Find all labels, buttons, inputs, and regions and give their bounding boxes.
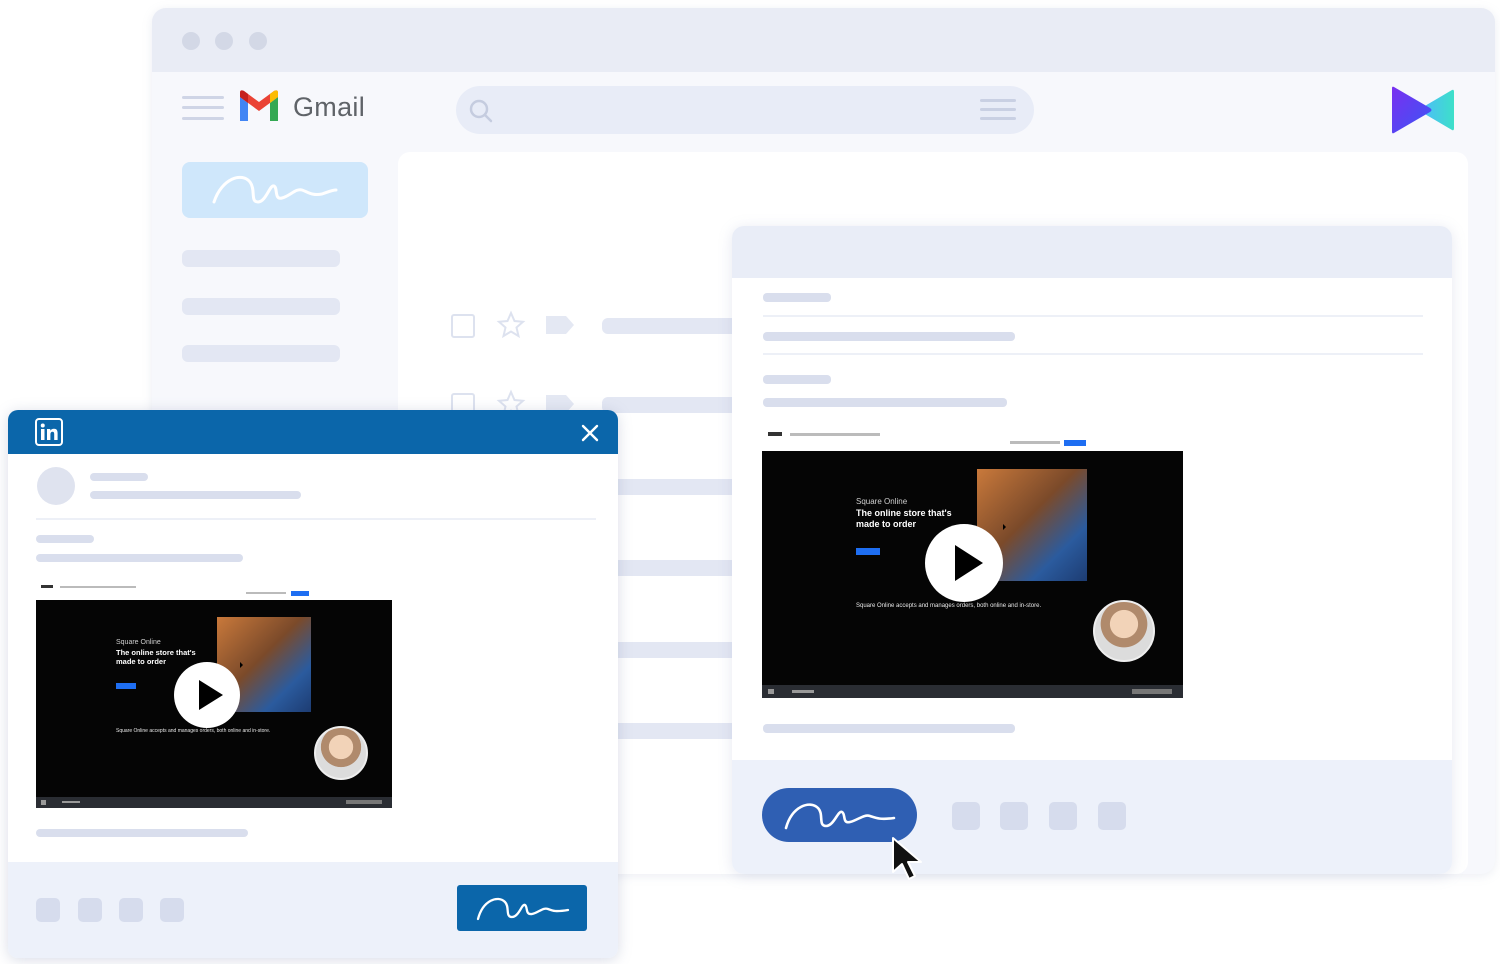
signature-icon	[784, 803, 896, 830]
search-bar[interactable]	[456, 86, 1034, 134]
subject-label	[763, 375, 831, 384]
checkbox-icon[interactable]	[451, 314, 475, 338]
author-headline	[90, 491, 301, 499]
sidebar-item[interactable]	[182, 345, 340, 362]
author-name	[90, 473, 148, 481]
linkedin-footer	[8, 862, 618, 958]
star-icon[interactable]	[496, 310, 526, 340]
video-thumbnail[interactable]: Square Online The online store that's ma…	[762, 426, 1183, 698]
video-site-navbar	[762, 426, 1183, 451]
post-text-line	[36, 829, 248, 837]
hamburger-icon[interactable]	[182, 94, 224, 122]
email-row-subject[interactable]	[602, 397, 742, 413]
post-text-line	[36, 554, 243, 562]
play-icon[interactable]	[174, 662, 243, 728]
label-icon[interactable]	[544, 314, 576, 336]
video-caption: Square Online accepts and manages orders…	[116, 728, 271, 734]
sidebar-item[interactable]	[182, 298, 340, 315]
toolbar-icon[interactable]	[78, 898, 102, 922]
video-site-navbar	[36, 580, 392, 600]
signature-icon	[212, 176, 338, 204]
gmail-logo-icon	[240, 90, 278, 121]
window-close-dot[interactable]	[182, 32, 200, 50]
avatar[interactable]	[37, 467, 75, 505]
linkedin-post-card: Square Online The online store that's ma…	[8, 410, 618, 958]
email-row-subject[interactable]	[602, 560, 742, 576]
email-compose-card: Square Online The online store that's ma…	[732, 226, 1452, 874]
email-row-subject[interactable]	[602, 318, 742, 334]
video-controls[interactable]	[762, 685, 1183, 698]
email-row-subject[interactable]	[602, 723, 742, 739]
video-brand: Square Online	[856, 497, 908, 506]
toolbar-icon[interactable]	[36, 898, 60, 922]
play-icon[interactable]	[925, 524, 1006, 602]
video-brand-icon	[1392, 86, 1454, 134]
email-compose-footer	[732, 760, 1452, 874]
close-icon[interactable]	[581, 424, 599, 442]
linkedin-icon	[35, 418, 63, 446]
video-cta	[856, 548, 880, 555]
email-compose-header	[732, 226, 1452, 278]
divider	[36, 518, 596, 520]
message-body-line	[763, 724, 1015, 733]
toolbar-icon[interactable]	[1000, 802, 1028, 830]
window-maximize-dot[interactable]	[249, 32, 267, 50]
toolbar-icon[interactable]	[160, 898, 184, 922]
send-button[interactable]	[762, 788, 917, 842]
recipient-label	[763, 293, 831, 302]
post-text-line	[36, 535, 94, 543]
recipient-field[interactable]	[763, 332, 1015, 341]
toolbar-icon[interactable]	[119, 898, 143, 922]
divider	[763, 315, 1423, 317]
linkedin-header	[8, 410, 618, 454]
cursor-icon	[892, 837, 922, 880]
email-row-subject[interactable]	[602, 642, 742, 658]
video-cta	[116, 683, 136, 689]
post-button[interactable]	[457, 885, 587, 931]
video-thumbnail[interactable]: Square Online The online store that's ma…	[36, 580, 392, 808]
browser-titlebar	[152, 8, 1495, 72]
toolbar-icon[interactable]	[952, 802, 980, 830]
search-icon[interactable]	[468, 98, 494, 124]
divider	[763, 353, 1423, 355]
filter-icon[interactable]	[980, 99, 1016, 121]
signature-icon	[476, 897, 570, 921]
toolbar-icon[interactable]	[1049, 802, 1077, 830]
video-controls[interactable]	[36, 797, 392, 808]
gmail-app-name: Gmail	[293, 92, 366, 122]
video-caption: Square Online accepts and manages orders…	[856, 603, 1042, 609]
email-row-subject[interactable]	[602, 479, 742, 495]
presenter-avatar	[314, 726, 368, 780]
compose-button[interactable]	[182, 162, 368, 218]
sidebar-item[interactable]	[182, 250, 340, 267]
subject-field[interactable]	[763, 398, 1007, 407]
window-minimize-dot[interactable]	[215, 32, 233, 50]
video-brand: Square Online	[116, 639, 161, 646]
presenter-avatar	[1093, 600, 1155, 662]
toolbar-icon[interactable]	[1098, 802, 1126, 830]
